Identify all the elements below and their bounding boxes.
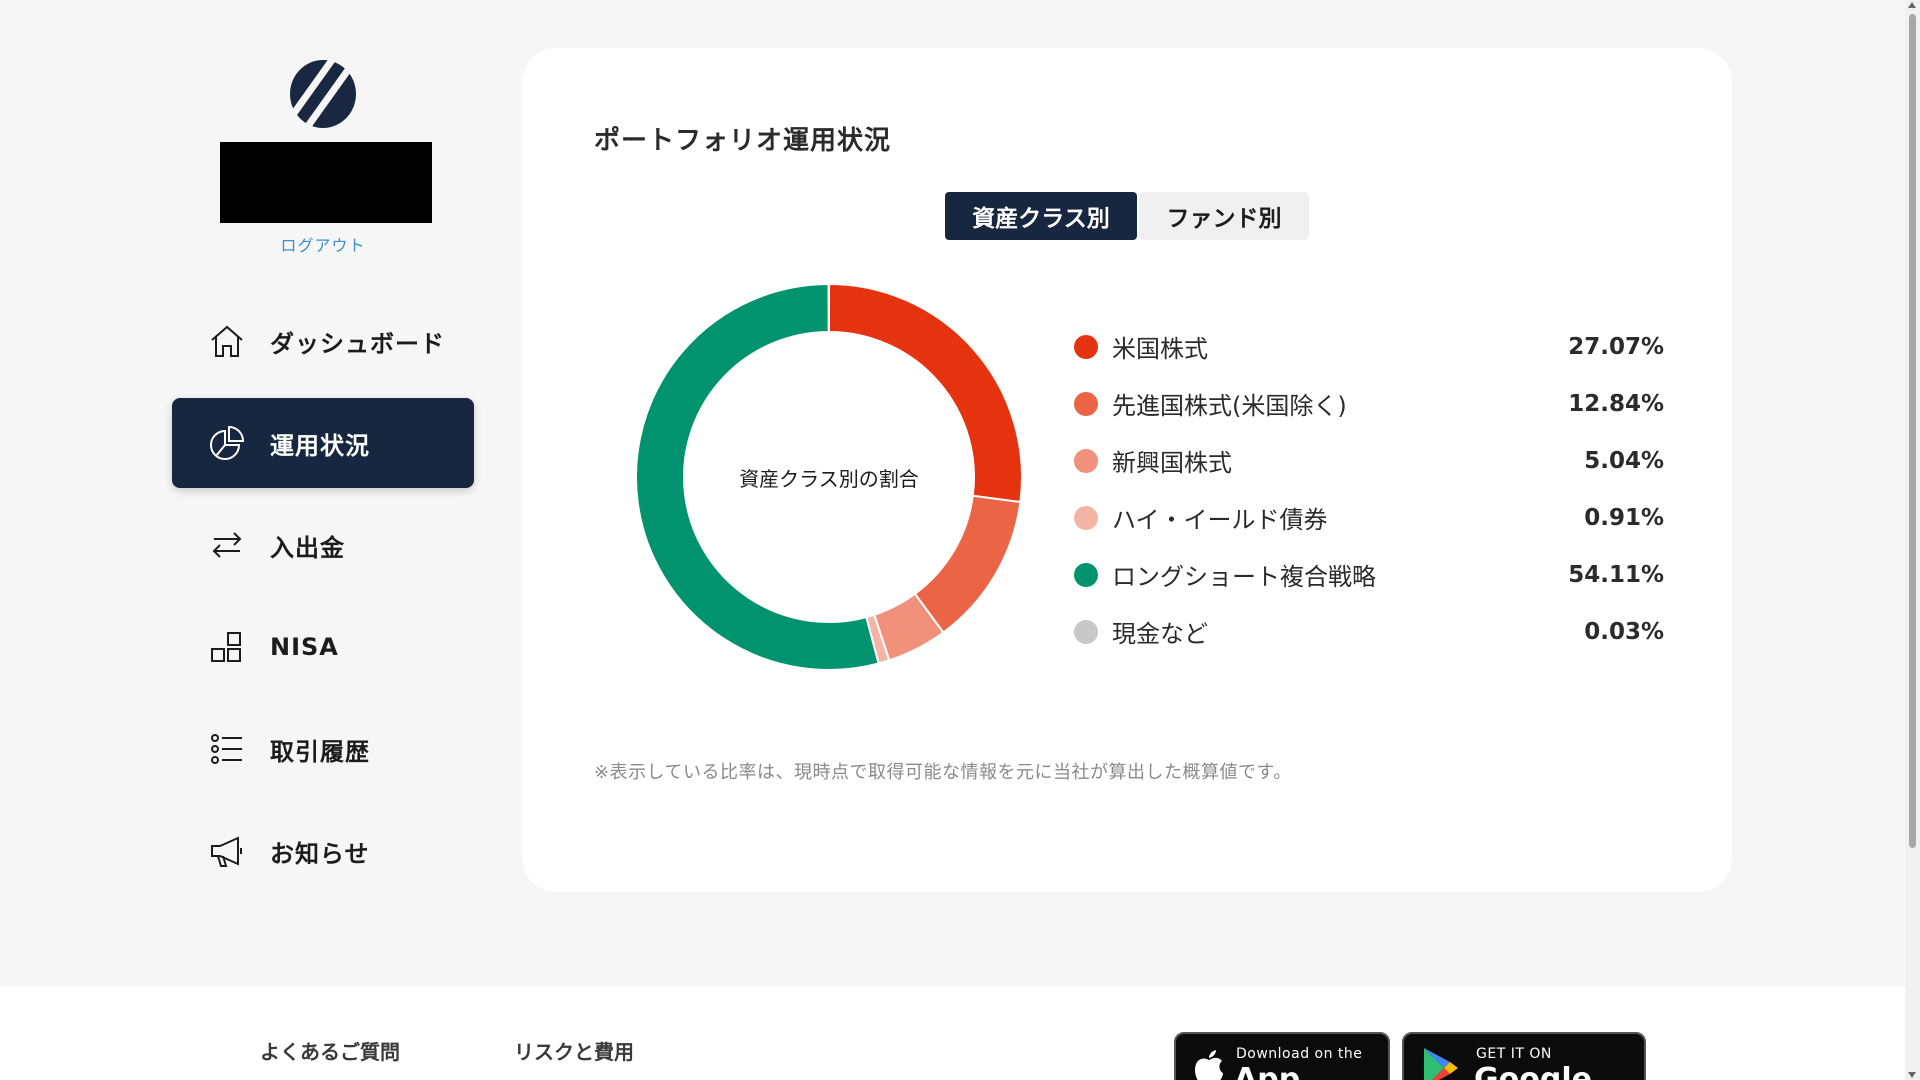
sidebar-item-deposit-withdrawal[interactable]: 入出金 [172,500,474,590]
legend-item: ロングショート複合戦略 54.11% [1074,546,1664,603]
chart-legend: 米国株式 27.07% 先進国株式(米国除く) 12.84% 新興国株式 5.04% ハイ・… [1074,318,1664,660]
sidebar-item-transaction-history[interactable]: 取引履歴 [172,704,474,794]
google-play-big-text: Google Play [1474,1062,1592,1080]
legend-color-dot [1074,448,1098,473]
legend-label: 新興国株式 [1112,449,1232,477]
legend-item: ハイ・イールド債券 0.91% [1074,489,1664,546]
sidebar-item-label: 運用状況 [270,431,370,460]
legend-color-dot [1074,562,1098,587]
page-scrollbar[interactable] [1905,0,1920,1080]
list-icon [208,730,246,768]
legend-label: 先進国株式(米国除く) [1112,392,1347,420]
scroll-up-arrow-icon[interactable] [1908,2,1916,8]
sidebar-item-label: お知らせ [270,839,370,868]
app-store-small-text: Download on the [1236,1046,1363,1062]
tab-asset-class[interactable]: 資産クラス別 [945,192,1137,240]
megaphone-icon [208,832,246,870]
google-play-small-text: GET IT ON [1476,1046,1552,1062]
apple-icon [1195,1050,1223,1080]
google-play-badge[interactable]: GET IT ON Google Play [1402,1032,1646,1080]
legend-value: 0.03% [1584,618,1664,645]
legend-value: 12.84% [1568,390,1664,417]
legend-label: 現金など [1112,620,1208,648]
home-icon [208,322,246,360]
transfer-icon [208,526,246,564]
legend-color-dot [1074,619,1098,644]
donut-chart: 資産クラス別の割合 [636,284,1022,670]
legend-label: 米国株式 [1112,335,1208,363]
sidebar-item-label: NISA [270,633,339,661]
scroll-thumb[interactable] [1909,14,1916,848]
sidebar-item-label: ダッシュボード [270,329,445,358]
sidebar-item-nisa[interactable]: NISA [172,602,474,692]
legend-color-dot [1074,334,1098,359]
page-title: ポートフォリオ運用状況 [594,126,892,156]
legend-item: 米国株式 27.07% [1074,318,1664,375]
legend-value: 0.91% [1584,504,1664,531]
app-store-big-text: App Store [1234,1062,1301,1080]
legend-label: ロングショート複合戦略 [1112,563,1376,591]
nisa-blocks-icon [208,628,246,666]
user-name-redacted [220,142,432,223]
sidebar-item-portfolio-status[interactable]: 運用状況 [172,398,474,488]
pie-chart-icon [208,424,246,462]
scroll-down-arrow-icon[interactable] [1908,1072,1916,1078]
legend-item: 現金など 0.03% [1074,603,1664,660]
legend-value: 5.04% [1584,447,1664,474]
faq-link[interactable]: よくあるご質問 [260,1036,400,1065]
legend-color-dot [1074,505,1098,530]
sidebar-item-label: 取引履歴 [270,737,370,766]
donut-center-label: 資産クラス別の割合 [739,466,919,491]
sidebar-nav: ダッシュボード 運用状況 入出金 NISA 取引履歴 お知らせ [172,296,474,908]
legend-color-dot [1074,391,1098,416]
app-store-badge[interactable]: Download on the App Store [1174,1032,1390,1080]
google-play-icon [1424,1048,1458,1080]
risk-and-fees-link[interactable]: リスクと費用 [514,1036,634,1065]
tab-fund[interactable]: ファンド別 [1139,192,1309,240]
legend-value: 54.11% [1568,561,1664,588]
legend-item: 先進国株式(米国除く) 12.84% [1074,375,1664,432]
footer: よくあるご質問 リスクと費用 Download on the App Store… [0,986,1905,1080]
sidebar-item-label: 入出金 [270,533,345,562]
legend-label: ハイ・イールド債券 [1112,506,1328,534]
view-tabs: 資産クラス別 ファンド別 [945,192,1309,240]
brand-logo-icon[interactable] [288,56,358,132]
legend-item: 新興国株式 5.04% [1074,432,1664,489]
logout-link[interactable]: ログアウト [172,232,474,256]
disclaimer-note: ※表示している比率は、現時点で取得可能な情報を元に当社が算出した概算値です。 [594,762,1292,783]
legend-value: 27.07% [1568,333,1664,360]
portfolio-card: ポートフォリオ運用状況 資産クラス別 ファンド別 資産クラス別の割合 米国株式 2… [522,48,1732,892]
sidebar-item-dashboard[interactable]: ダッシュボード [172,296,474,386]
sidebar-item-notifications[interactable]: お知らせ [172,806,474,896]
